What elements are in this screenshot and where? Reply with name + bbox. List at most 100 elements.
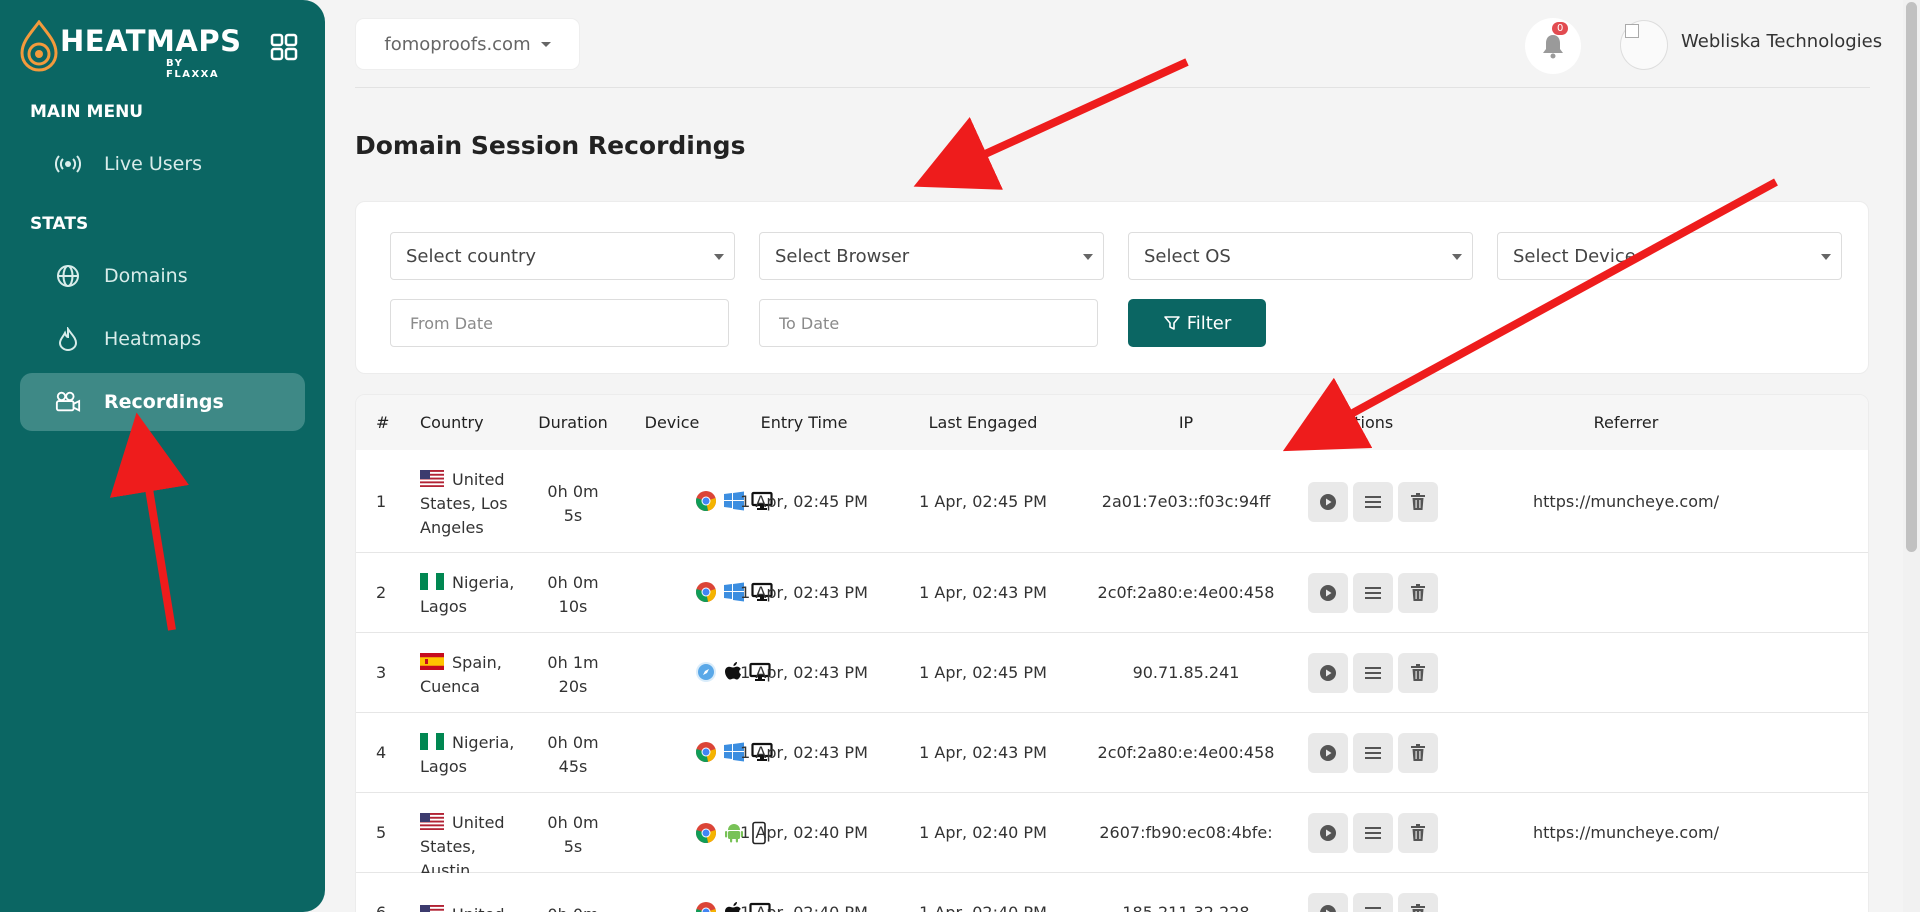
country-text: States, Los	[420, 493, 508, 513]
play-button[interactable]	[1308, 573, 1348, 613]
country-cell: United States, Los Angeles	[420, 468, 530, 540]
play-button[interactable]	[1308, 813, 1348, 853]
user-name[interactable]: Webliska Technologies	[1681, 31, 1882, 52]
ip-address: 90.71.85.241	[1132, 663, 1240, 682]
sidebar-item-label: Domains	[104, 265, 188, 287]
delete-button[interactable]	[1398, 733, 1438, 773]
bell-icon	[1543, 35, 1563, 59]
details-button[interactable]	[1353, 573, 1393, 613]
last-engaged: 1 Apr, 02:45 PM	[919, 491, 1047, 511]
row-number: 2	[376, 583, 387, 602]
delete-button[interactable]	[1398, 573, 1438, 613]
duration-text: 0h 0m	[547, 733, 599, 752]
table-row: 1 United States, Los Angeles 0h 0m 5s 1 Apr, 0…	[356, 450, 1868, 553]
country-text: United	[452, 469, 505, 489]
us-flag-icon	[420, 469, 444, 487]
sidebar: HEATMAPS BY FLAXXA MAIN MENU Live Users …	[0, 0, 325, 912]
chevron-down-icon	[1452, 254, 1462, 260]
country-select-value: Select country	[406, 245, 537, 267]
chevron-down-icon	[540, 41, 551, 47]
scrollbar-thumb[interactable]	[1906, 2, 1917, 552]
ip-address: 2c0f:2a80:e:4e00:458	[1097, 743, 1275, 762]
referrer-link[interactable]: https://muncheye.com/	[1501, 823, 1751, 842]
details-button[interactable]	[1353, 733, 1393, 773]
details-button[interactable]	[1353, 893, 1393, 912]
scrollbar[interactable]	[1903, 0, 1920, 912]
play-button[interactable]	[1308, 653, 1348, 693]
row-number: 6	[376, 903, 386, 912]
to-date-input[interactable]	[759, 299, 1098, 347]
country-text: Nigeria,	[452, 573, 515, 592]
table-row: 5 United States, Austin 0h 0m 5s 1 Apr, 02:40…	[356, 793, 1868, 880]
entry-time: 1 Apr, 02:43 PM	[740, 663, 868, 682]
referrer-link[interactable]: https://muncheye.com/	[1501, 492, 1751, 511]
ip-address: 2607:fb90:ec08:4bfe:	[1099, 823, 1273, 842]
sidebar-item-label: Recordings	[104, 391, 224, 413]
country-cell: Spain, Cuenca	[420, 651, 530, 699]
col-header-duration: Duration	[538, 413, 608, 432]
play-button[interactable]	[1308, 893, 1348, 912]
delete-button[interactable]	[1398, 653, 1438, 693]
details-button[interactable]	[1353, 481, 1393, 522]
col-header-device: Device	[644, 413, 700, 432]
col-header-entry-time: Entry Time	[760, 413, 848, 432]
entry-time: 1 Apr, 02:45 PM	[740, 491, 868, 511]
entry-time: 1 Apr, 02:40 PM	[740, 823, 868, 842]
list-icon	[1364, 494, 1382, 510]
browser-select[interactable]: Select Browser	[759, 232, 1104, 280]
delete-button[interactable]	[1398, 813, 1438, 853]
last-engaged: 1 Apr, 02:43 PM	[919, 583, 1047, 602]
country-cell: Nigeria, Lagos	[420, 571, 530, 619]
duration-cell: 0h 0m	[518, 903, 628, 912]
country-text: Lagos	[420, 597, 467, 616]
play-button[interactable]	[1308, 481, 1348, 522]
heatmaps-logo[interactable]: HEATMAPS BY FLAXXA	[20, 18, 241, 80]
os-select[interactable]: Select OS	[1128, 232, 1473, 280]
col-header-actions: Actions	[1334, 413, 1394, 432]
duration-text: 5s	[563, 505, 583, 525]
chrome-icon	[696, 490, 716, 511]
recordings-table: # Country Duration Device Entry Time Las…	[355, 394, 1869, 912]
chevron-down-icon	[1821, 254, 1831, 260]
chevron-down-icon	[1083, 254, 1093, 260]
table-row: 3 Spain, Cuenca 0h 1m 20s 1 Apr, 02:43 PM 1 Ap…	[356, 633, 1868, 713]
row-number: 1	[376, 491, 387, 511]
delete-button[interactable]	[1398, 481, 1438, 522]
trash-icon	[1410, 584, 1426, 602]
delete-button[interactable]	[1398, 893, 1438, 912]
table-row: 6 United 0h 0m 1 Apr, 02:40 PM 1 Apr, 02:40 …	[356, 873, 1868, 912]
filter-button[interactable]: Filter	[1128, 299, 1266, 347]
header-divider	[355, 87, 1870, 88]
table-row: 2 Nigeria, Lagos 0h 0m 10s 1 Apr, 02:43 PM 1 A…	[356, 553, 1868, 633]
last-engaged: 1 Apr, 02:40 PM	[903, 903, 1063, 912]
play-icon	[1319, 824, 1337, 842]
country-text: United	[452, 813, 505, 832]
sidebar-item-domains[interactable]: Domains	[20, 247, 305, 305]
duration-text: 0h 0m	[547, 813, 599, 832]
sidebar-item-heatmaps[interactable]: Heatmaps	[20, 310, 305, 368]
sidebar-item-live-users[interactable]: Live Users	[20, 135, 305, 193]
trash-icon	[1410, 744, 1426, 762]
duration-text: 0h 0m	[547, 481, 599, 501]
domain-select[interactable]: fomoproofs.com	[356, 19, 579, 69]
device-select[interactable]: Select Device	[1497, 232, 1842, 280]
list-icon	[1364, 905, 1382, 912]
country-select[interactable]: Select country	[390, 232, 735, 280]
play-icon	[1319, 493, 1337, 511]
sidebar-item-recordings[interactable]: Recordings	[20, 373, 305, 431]
play-button[interactable]	[1308, 733, 1348, 773]
country-text: Angeles	[420, 517, 484, 537]
duration-cell: 0h 0m 45s	[518, 731, 628, 779]
country-cell: Nigeria, Lagos	[420, 731, 530, 779]
duration-cell: 0h 0m 10s	[518, 571, 628, 619]
play-icon	[1319, 744, 1337, 762]
list-icon	[1364, 585, 1382, 601]
details-button[interactable]	[1353, 653, 1393, 693]
details-button[interactable]	[1353, 813, 1393, 853]
col-header-country: Country	[420, 413, 484, 432]
row-number: 5	[376, 823, 387, 842]
from-date-input[interactable]	[390, 299, 729, 347]
duration-cell: 0h 1m 20s	[518, 651, 628, 699]
play-icon	[1319, 584, 1337, 602]
apps-grid-icon[interactable]	[270, 33, 298, 61]
